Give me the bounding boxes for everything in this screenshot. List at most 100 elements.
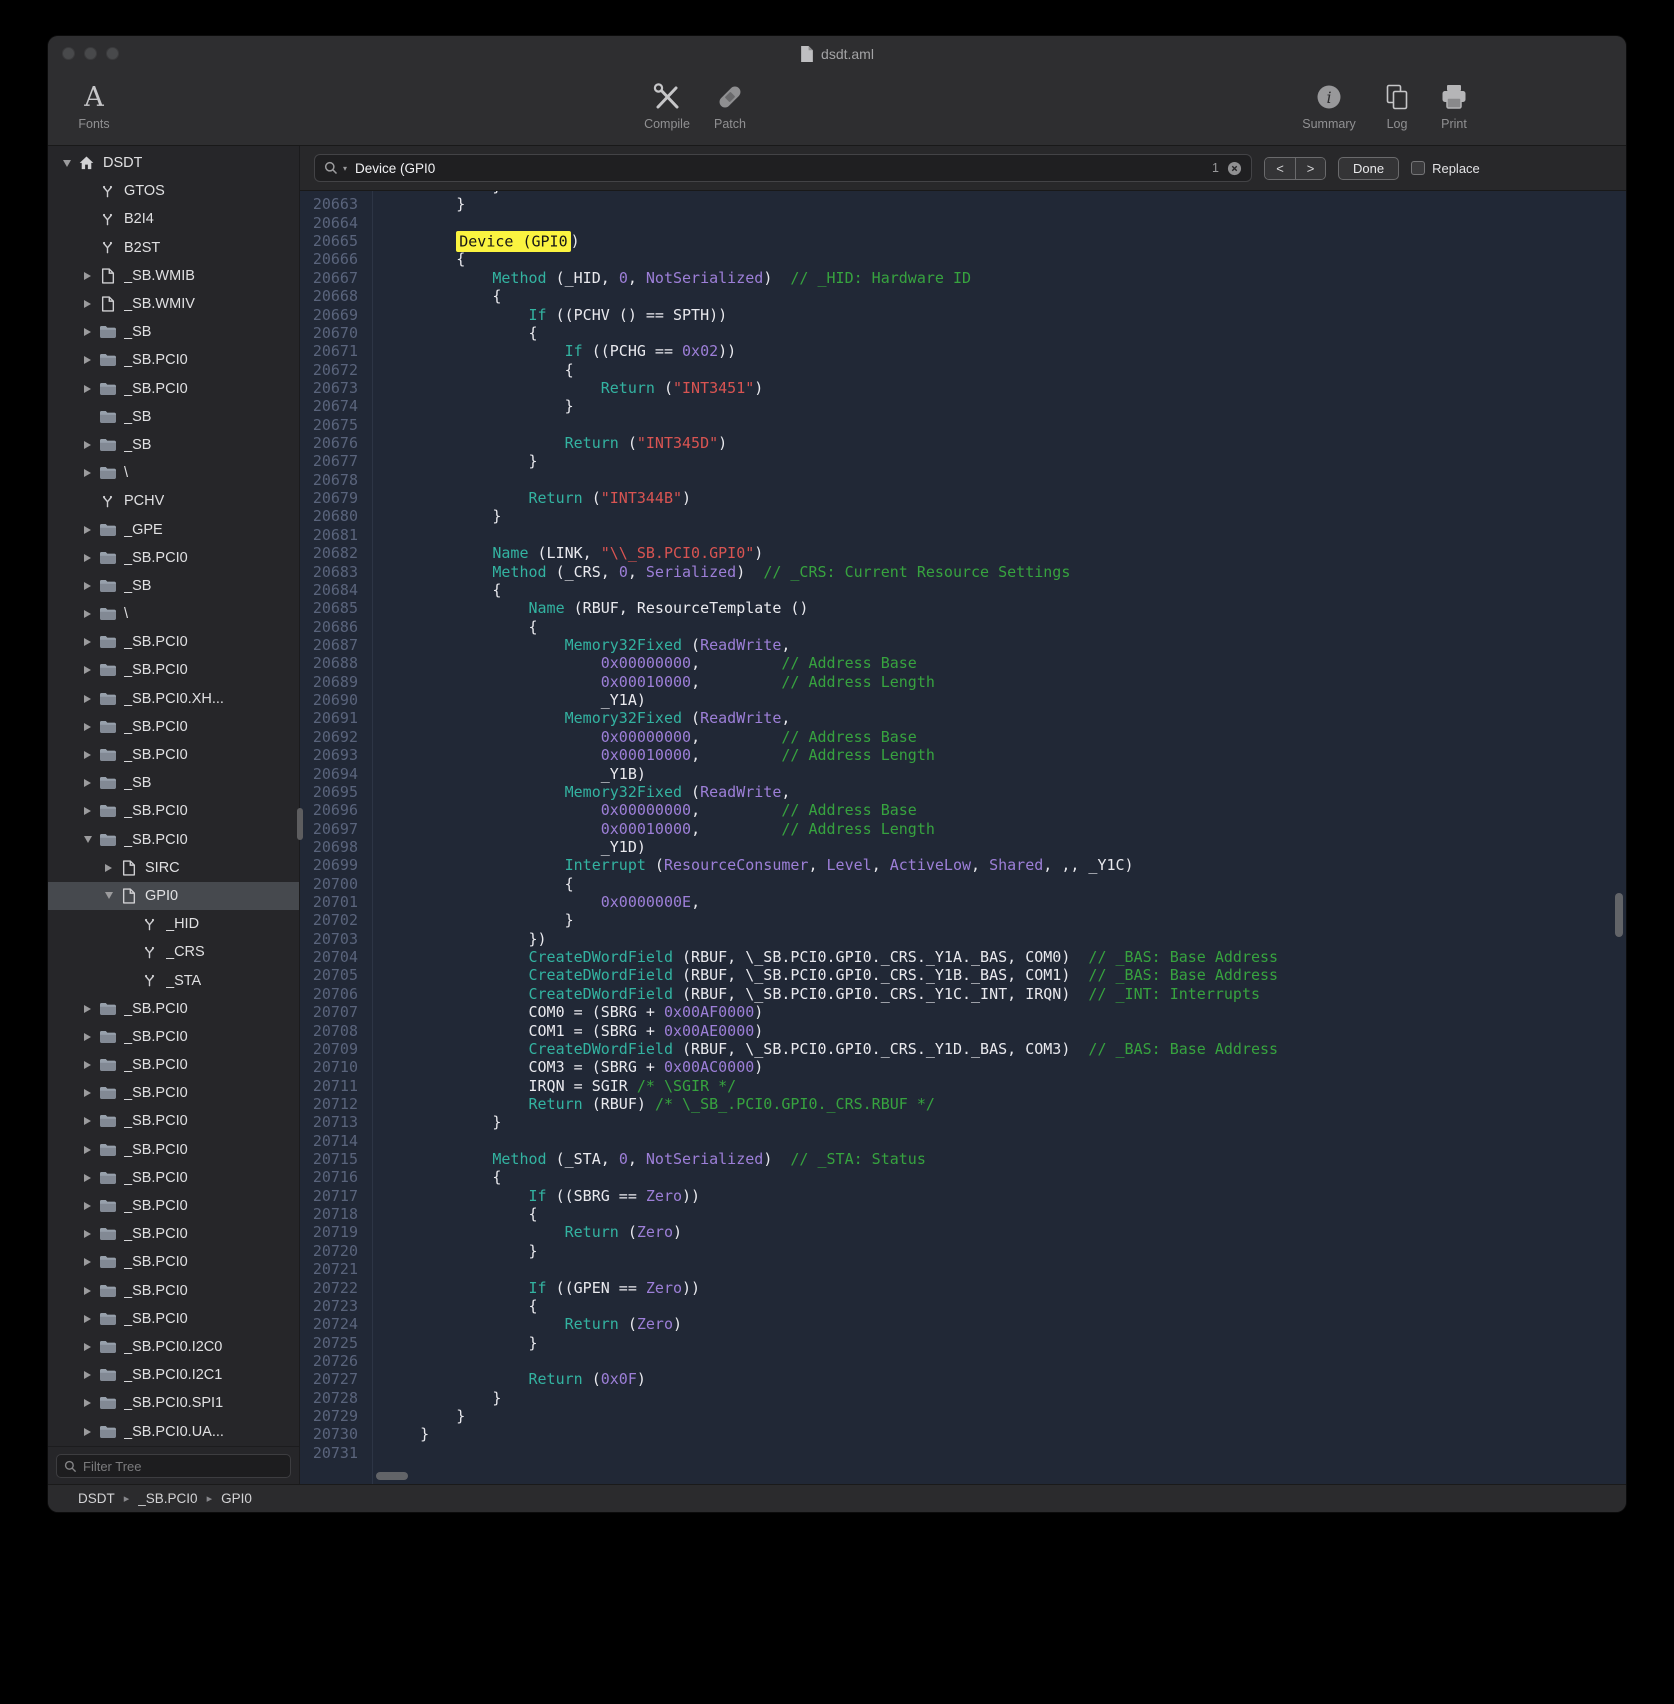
tree-item-sb-pci0[interactable]: _SB.PCI0 bbox=[48, 1164, 299, 1192]
disclosure-triangle[interactable] bbox=[79, 836, 96, 843]
tree-item-sb-pci0[interactable]: _SB.PCI0 bbox=[48, 1277, 299, 1305]
disclosure-triangle[interactable] bbox=[79, 1258, 96, 1266]
fonts-button[interactable]: A Fonts bbox=[66, 79, 122, 131]
breadcrumb-item[interactable]: GPI0 bbox=[221, 1491, 252, 1506]
tree-item-sb-pci0[interactable]: _SB.PCI0 bbox=[48, 713, 299, 741]
tree-item-sb-pci0[interactable]: _SB.PCI0 bbox=[48, 375, 299, 403]
tree-item-sb-pci0[interactable]: _SB.PCI0 bbox=[48, 1079, 299, 1107]
tree-item-sb-pci0[interactable]: _SB.PCI0 bbox=[48, 1192, 299, 1220]
disclosure-triangle[interactable] bbox=[58, 160, 75, 167]
tree-item-sb-pci0[interactable]: _SB.PCI0 bbox=[48, 1107, 299, 1135]
tree-item-sb-pci0-ua[interactable]: _SB.PCI0.UA... bbox=[48, 1417, 299, 1445]
clear-search-icon[interactable] bbox=[1227, 161, 1242, 176]
tree-item-crs[interactable]: _CRS bbox=[48, 938, 299, 966]
tree-item-gpi0[interactable]: GPI0 bbox=[48, 882, 299, 910]
compile-button[interactable]: Compile bbox=[634, 79, 700, 131]
tree-item-sb-pci0[interactable]: _SB.PCI0 bbox=[48, 1136, 299, 1164]
tree-item-sb-pci0-i2c0[interactable]: _SB.PCI0.I2C0 bbox=[48, 1333, 299, 1361]
tree-item-sb-pci0[interactable]: _SB.PCI0 bbox=[48, 1051, 299, 1079]
tree-item-sb-pci0-xh[interactable]: _SB.PCI0.XH... bbox=[48, 685, 299, 713]
disclosure-triangle[interactable] bbox=[79, 582, 96, 590]
tree-item-sb[interactable]: _SB bbox=[48, 572, 299, 600]
tree-item-sb-pci0[interactable]: _SB.PCI0 bbox=[48, 995, 299, 1023]
tree-item-[interactable]: \ bbox=[48, 600, 299, 628]
disclosure-triangle[interactable] bbox=[100, 864, 117, 872]
disclosure-triangle[interactable] bbox=[79, 1315, 96, 1323]
code-editor[interactable]: 20662 }20663 }2066420665 Device (GPI0)20… bbox=[300, 191, 1626, 1484]
tree-item-sb[interactable]: _SB bbox=[48, 403, 299, 431]
disclosure-triangle[interactable] bbox=[79, 638, 96, 646]
disclosure-triangle[interactable] bbox=[79, 469, 96, 477]
disclosure-triangle[interactable] bbox=[79, 1089, 96, 1097]
titlebar[interactable]: dsdt.aml bbox=[48, 36, 1626, 72]
vertical-scrollbar-thumb[interactable] bbox=[1615, 893, 1623, 937]
tree-item-sb-pci0[interactable]: _SB.PCI0 bbox=[48, 1220, 299, 1248]
disclosure-triangle[interactable] bbox=[79, 272, 96, 280]
print-button[interactable]: Print bbox=[1428, 79, 1480, 131]
tree-item-sb[interactable]: _SB bbox=[48, 769, 299, 797]
done-button[interactable]: Done bbox=[1338, 157, 1399, 180]
tree-item-sb[interactable]: _SB bbox=[48, 318, 299, 346]
tree-item-sb-pci0[interactable]: _SB.PCI0 bbox=[48, 1023, 299, 1051]
tree-item-b2i4[interactable]: B2I4 bbox=[48, 205, 299, 233]
horizontal-scrollbar-thumb[interactable] bbox=[376, 1472, 408, 1480]
search-field[interactable]: ▾ Device (GPI0 1 bbox=[314, 154, 1252, 182]
disclosure-triangle[interactable] bbox=[79, 1061, 96, 1069]
tree-item-sb-pci0-i2c1[interactable]: _SB.PCI0.I2C1 bbox=[48, 1361, 299, 1389]
disclosure-triangle[interactable] bbox=[79, 1117, 96, 1125]
disclosure-triangle[interactable] bbox=[79, 300, 96, 308]
disclosure-triangle[interactable] bbox=[79, 1371, 96, 1379]
tree-item-dsdt[interactable]: DSDT bbox=[48, 149, 299, 177]
search-scope-chevron-icon[interactable]: ▾ bbox=[343, 164, 347, 173]
tree-item-sb-pci0[interactable]: _SB.PCI0 bbox=[48, 797, 299, 825]
next-match-button[interactable]: > bbox=[1295, 158, 1325, 179]
breadcrumb-item[interactable]: _SB.PCI0 bbox=[138, 1491, 197, 1506]
disclosure-triangle[interactable] bbox=[79, 666, 96, 674]
disclosure-triangle[interactable] bbox=[79, 1287, 96, 1295]
disclosure-triangle[interactable] bbox=[79, 1428, 96, 1436]
disclosure-triangle[interactable] bbox=[79, 356, 96, 364]
tree-item-hid[interactable]: _HID bbox=[48, 910, 299, 938]
disclosure-triangle[interactable] bbox=[79, 723, 96, 731]
disclosure-triangle[interactable] bbox=[79, 695, 96, 703]
replace-checkbox[interactable] bbox=[1411, 161, 1425, 175]
log-button[interactable]: Log bbox=[1374, 79, 1420, 131]
tree-item-sb-wmiv[interactable]: _SB.WMIV bbox=[48, 290, 299, 318]
disclosure-triangle[interactable] bbox=[79, 1146, 96, 1154]
tree-item-sb-pci0[interactable]: _SB.PCI0 bbox=[48, 1248, 299, 1276]
disclosure-triangle[interactable] bbox=[79, 807, 96, 815]
disclosure-triangle[interactable] bbox=[79, 385, 96, 393]
tree-item-sb-pci0[interactable]: _SB.PCI0 bbox=[48, 544, 299, 572]
tree-item-sb-pci0[interactable]: _SB.PCI0 bbox=[48, 346, 299, 374]
tree-item-sb-pci0[interactable]: _SB.PCI0 bbox=[48, 1305, 299, 1333]
disclosure-triangle[interactable] bbox=[79, 441, 96, 449]
tree-item-gtos[interactable]: GTOS bbox=[48, 177, 299, 205]
tree-item-sb-pci0[interactable]: _SB.PCI0 bbox=[48, 826, 299, 854]
tree-item-gpe[interactable]: _GPE bbox=[48, 515, 299, 543]
disclosure-triangle[interactable] bbox=[79, 1343, 96, 1351]
disclosure-triangle[interactable] bbox=[79, 1005, 96, 1013]
disclosure-triangle[interactable] bbox=[79, 1230, 96, 1238]
tree-item-sta[interactable]: _STA bbox=[48, 966, 299, 994]
tree-item-sb-wmib[interactable]: _SB.WMIB bbox=[48, 262, 299, 290]
disclosure-triangle[interactable] bbox=[79, 610, 96, 618]
filter-tree-input[interactable] bbox=[56, 1454, 291, 1478]
disclosure-triangle[interactable] bbox=[79, 554, 96, 562]
pane-splitter-handle[interactable] bbox=[297, 808, 303, 840]
disclosure-triangle[interactable] bbox=[79, 1174, 96, 1182]
disclosure-triangle[interactable] bbox=[79, 779, 96, 787]
disclosure-triangle[interactable] bbox=[79, 751, 96, 759]
tree-item-sb[interactable]: _SB bbox=[48, 431, 299, 459]
patch-button[interactable]: Patch bbox=[704, 79, 756, 131]
tree-item-sb-pci0-spi1[interactable]: _SB.PCI0.SPI1 bbox=[48, 1389, 299, 1417]
tree-item-[interactable]: \ bbox=[48, 459, 299, 487]
previous-match-button[interactable]: < bbox=[1265, 158, 1295, 179]
disclosure-triangle[interactable] bbox=[79, 328, 96, 336]
tree-item-sirc[interactable]: SIRC bbox=[48, 854, 299, 882]
disclosure-triangle[interactable] bbox=[79, 526, 96, 534]
tree-item-b2st[interactable]: B2ST bbox=[48, 234, 299, 262]
tree-item-sb-pci0[interactable]: _SB.PCI0 bbox=[48, 628, 299, 656]
disclosure-triangle[interactable] bbox=[79, 1202, 96, 1210]
tree-item-sb-pci0[interactable]: _SB.PCI0 bbox=[48, 656, 299, 684]
summary-button[interactable]: i Summary bbox=[1296, 79, 1362, 131]
